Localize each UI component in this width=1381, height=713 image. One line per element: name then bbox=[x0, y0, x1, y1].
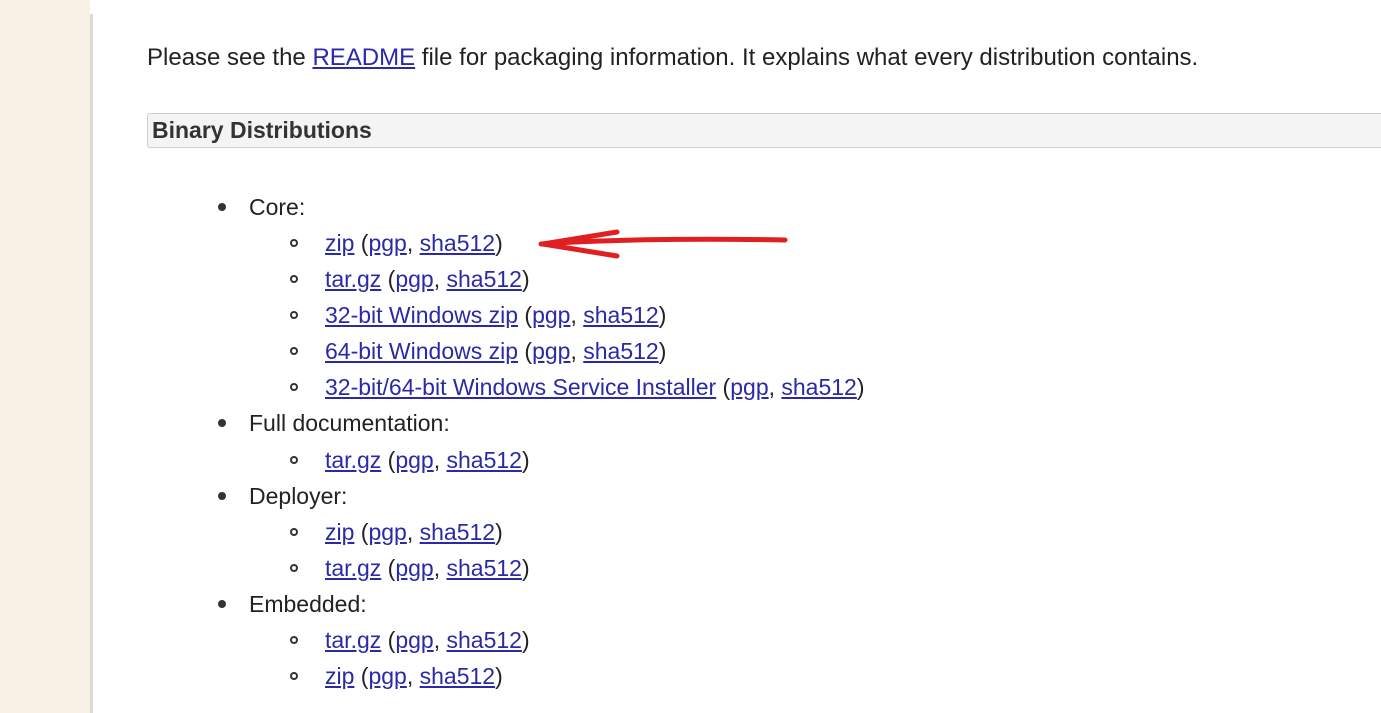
comma: , bbox=[433, 447, 447, 473]
pgp-link[interactable]: pgp bbox=[395, 555, 433, 581]
group-label: Core: bbox=[249, 194, 306, 220]
left-gutter bbox=[0, 0, 90, 713]
item-text: zip (pgp, sha512) bbox=[325, 228, 503, 258]
bullet-circle bbox=[290, 672, 298, 680]
comma: , bbox=[433, 555, 447, 581]
sha512-link[interactable]: sha512 bbox=[583, 338, 658, 364]
readme-link[interactable]: README bbox=[312, 44, 415, 71]
paren-open: ( bbox=[354, 519, 369, 545]
bullet-circle bbox=[290, 456, 298, 464]
bullet-disc bbox=[218, 203, 226, 211]
paren-close: ) bbox=[521, 555, 530, 581]
comma: , bbox=[406, 519, 420, 545]
sha512-link[interactable]: sha512 bbox=[583, 302, 658, 328]
download-link[interactable]: tar.gz bbox=[325, 555, 381, 581]
item-text: zip (pgp, sha512) bbox=[325, 517, 503, 547]
pgp-link[interactable]: pgp bbox=[532, 302, 570, 328]
paren-open: ( bbox=[716, 374, 731, 400]
main-content: Please see the README file for packaging… bbox=[147, 0, 1381, 713]
paren-close: ) bbox=[856, 374, 865, 400]
comma: , bbox=[768, 374, 782, 400]
download-link[interactable]: 32-bit/64-bit Windows Service Installer bbox=[325, 374, 716, 400]
intro-suffix: file for packaging information. It expla… bbox=[415, 44, 1199, 71]
bullet-circle bbox=[290, 564, 298, 572]
download-link[interactable]: zip bbox=[325, 230, 354, 256]
bullet-circle bbox=[290, 383, 298, 391]
group-label: Full documentation: bbox=[249, 410, 450, 436]
comma: , bbox=[406, 663, 420, 689]
paren-close: ) bbox=[658, 338, 667, 364]
paren-close: ) bbox=[495, 663, 503, 689]
pgp-link[interactable]: pgp bbox=[395, 266, 433, 292]
download-link[interactable]: tar.gz bbox=[325, 627, 381, 653]
paren-close: ) bbox=[521, 627, 530, 653]
item-text: tar.gz (pgp, sha512) bbox=[325, 445, 530, 475]
bullet-circle bbox=[290, 528, 298, 536]
item-text: tar.gz (pgp, sha512) bbox=[325, 553, 530, 583]
pgp-link[interactable]: pgp bbox=[368, 663, 406, 689]
bullet-disc bbox=[218, 492, 226, 500]
group-label: Embedded: bbox=[249, 591, 367, 617]
group-label: Deployer: bbox=[249, 483, 348, 509]
pgp-link[interactable]: pgp bbox=[368, 519, 406, 545]
annotation-arrow-icon bbox=[538, 229, 788, 259]
pgp-link[interactable]: pgp bbox=[532, 338, 570, 364]
comma: , bbox=[570, 302, 584, 328]
download-link[interactable]: 64-bit Windows zip bbox=[325, 338, 518, 364]
paren-open: ( bbox=[381, 627, 396, 653]
sha512-link[interactable]: sha512 bbox=[446, 447, 521, 473]
download-link[interactable]: tar.gz bbox=[325, 266, 381, 292]
intro-prefix: Please see the bbox=[147, 44, 313, 71]
paren-close: ) bbox=[658, 302, 667, 328]
paren-open: ( bbox=[518, 338, 533, 364]
item-text: 32-bit Windows zip (pgp, sha512) bbox=[325, 300, 666, 330]
sha512-link[interactable]: sha512 bbox=[420, 230, 495, 256]
download-link[interactable]: zip bbox=[325, 663, 354, 689]
bullet-circle bbox=[290, 636, 298, 644]
sha512-link[interactable]: sha512 bbox=[446, 266, 521, 292]
content-border bbox=[90, 14, 93, 713]
pgp-link[interactable]: pgp bbox=[395, 627, 433, 653]
download-link[interactable]: zip bbox=[325, 519, 354, 545]
bullet-circle bbox=[290, 347, 298, 355]
item-text: 32-bit/64-bit Windows Service Installer … bbox=[325, 372, 865, 402]
sha512-link[interactable]: sha512 bbox=[446, 555, 521, 581]
bullet-circle bbox=[290, 275, 298, 283]
item-text: tar.gz (pgp, sha512) bbox=[325, 625, 530, 655]
item-text: 64-bit Windows zip (pgp, sha512) bbox=[325, 336, 666, 366]
download-link[interactable]: 32-bit Windows zip bbox=[325, 302, 518, 328]
bullet-circle bbox=[290, 311, 298, 319]
comma: , bbox=[406, 230, 420, 256]
section-header: Binary Distributions bbox=[147, 113, 1381, 148]
intro-paragraph: Please see the README file for packaging… bbox=[147, 41, 1198, 75]
paren-close: ) bbox=[521, 447, 530, 473]
paren-open: ( bbox=[354, 663, 369, 689]
bullet-disc bbox=[218, 419, 226, 427]
item-text: zip (pgp, sha512) bbox=[325, 661, 503, 691]
bullet-disc bbox=[218, 600, 226, 608]
paren-close: ) bbox=[495, 519, 503, 545]
paren-open: ( bbox=[518, 302, 533, 328]
comma: , bbox=[433, 627, 447, 653]
paren-close: ) bbox=[495, 230, 503, 256]
item-text: tar.gz (pgp, sha512) bbox=[325, 264, 530, 294]
paren-close: ) bbox=[521, 266, 530, 292]
bullet-circle bbox=[290, 239, 298, 247]
pgp-link[interactable]: pgp bbox=[395, 447, 433, 473]
paren-open: ( bbox=[354, 230, 369, 256]
pgp-link[interactable]: pgp bbox=[368, 230, 406, 256]
comma: , bbox=[433, 266, 447, 292]
sha512-link[interactable]: sha512 bbox=[420, 519, 495, 545]
paren-open: ( bbox=[381, 447, 396, 473]
sha512-link[interactable]: sha512 bbox=[446, 627, 521, 653]
paren-open: ( bbox=[381, 555, 396, 581]
sha512-link[interactable]: sha512 bbox=[420, 663, 495, 689]
paren-open: ( bbox=[381, 266, 396, 292]
comma: , bbox=[570, 338, 584, 364]
pgp-link[interactable]: pgp bbox=[730, 374, 768, 400]
download-link[interactable]: tar.gz bbox=[325, 447, 381, 473]
sha512-link[interactable]: sha512 bbox=[781, 374, 856, 400]
section-title: Binary Distributions bbox=[152, 117, 372, 143]
